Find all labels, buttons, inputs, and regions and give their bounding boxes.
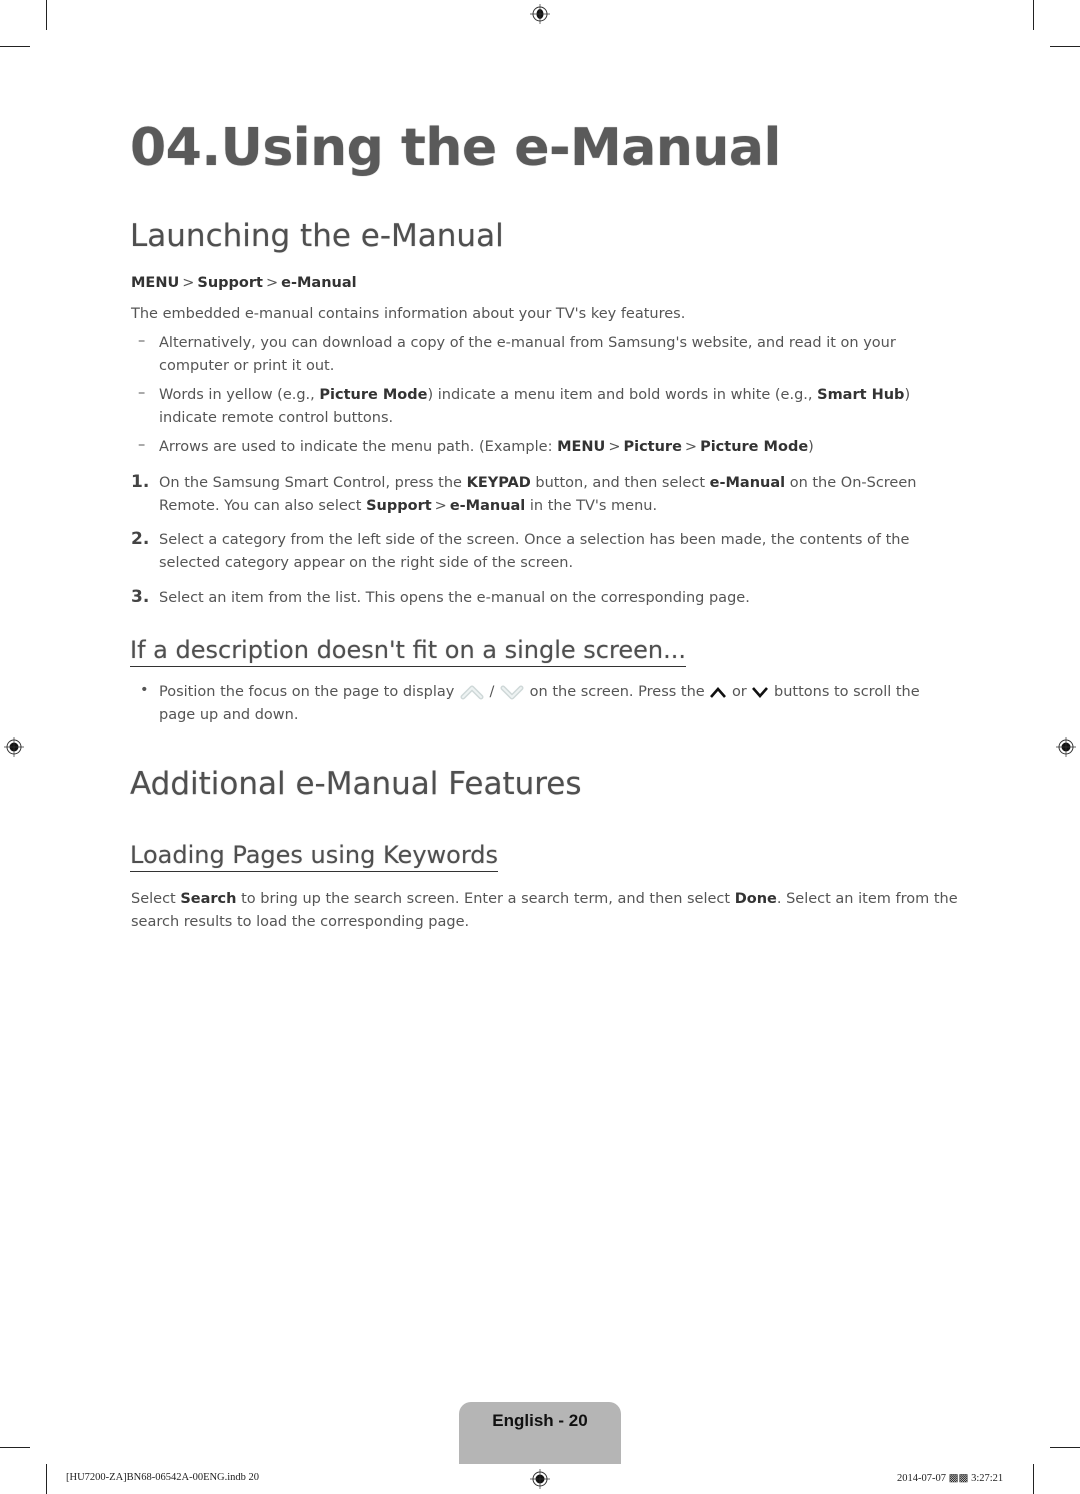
subsection-title-keywords: Loading Pages using Keywords [130,841,499,872]
file-slug: [HU7200-ZA]BN68-06542A-00ENG.indb 20 [66,1472,260,1483]
emphasis-term: MENU [557,439,606,455]
bullet-text: Position the focus on the page to displa… [159,684,455,700]
crop-mark [1033,0,1034,30]
page-label: English - 20 [492,1411,588,1430]
crop-mark [1050,46,1080,47]
step-item: On the Samsung Smart Control, press the … [159,472,949,518]
note-item: Arrows are used to indicate the menu pat… [159,436,949,459]
menu-path-item: e-Manual [281,275,357,291]
step-number: 1. [131,472,150,492]
caret-down-icon [752,687,769,698]
dash-marker: – [138,437,146,453]
crop-mark [46,1464,47,1494]
step-number: 2. [131,529,150,549]
step-item: Select a category from the left side of … [159,529,949,575]
text-run: Arrows are used to indicate the menu pat… [159,439,558,455]
section-title-launching: Launching the e-Manual [130,218,504,254]
step-number: 3. [131,587,150,607]
text-run: to bring up the search screen. Enter a s… [236,891,735,907]
text-run: in the TV's menu. [525,498,658,514]
dash-marker: – [138,385,146,401]
emphasis-term: KEYPAD [466,475,531,491]
caret-up-icon [710,687,727,698]
keywords-paragraph: Select Search to bring up the search scr… [131,888,961,934]
text-run: button, and then select [530,475,710,491]
chevron-right-icon: > [434,498,447,514]
crop-mark [1033,1464,1034,1494]
emphasis-term: Smart Hub [817,387,905,403]
crop-mark [46,0,47,30]
emphasis-term: Picture [623,439,682,455]
text-run: Select [131,891,181,907]
dash-marker: – [138,333,146,349]
text-run: On the Samsung Smart Control, press the [159,475,467,491]
page-down-icon [500,685,524,700]
emphasis-term: e-Manual [449,498,526,514]
chevron-right-icon: > [265,275,279,291]
emphasis-term: Picture Mode [319,387,428,403]
text-run: Select an item from the list. This opens… [159,590,750,606]
emphasis-term: Search [180,891,237,907]
page-number-tab: English - 20 [459,1402,621,1464]
chevron-right-icon: > [182,275,195,291]
intro-paragraph: The embedded e-manual contains informati… [131,306,686,322]
bullet-text: on the screen. Press the [529,684,705,700]
emphasis-term: Done [734,891,777,907]
note-item: Words in yellow (e.g., Picture Mode) ind… [159,384,949,430]
menu-path-item: MENU [131,275,180,291]
emphasis-term: e-Manual [709,475,786,491]
section-title-additional: Additional e-Manual Features [130,766,582,802]
text-run: ) [808,439,814,455]
chevron-right-icon: > [608,439,621,455]
text-run: Words in yellow (e.g., [159,387,320,403]
text-run: Alternatively, you can download a copy o… [159,335,896,374]
emphasis-term: Picture Mode [700,439,809,455]
emphasis-term: Support [366,498,432,514]
bullet-marker: • [140,682,149,698]
chapter-title: 04.Using the e-Manual [130,118,781,178]
text-run: ) indicate a menu item and bold words in… [427,387,818,403]
print-timestamp: 2014-07-07 ▩▩ 3:27:21 [897,1473,1004,1484]
chevron-right-icon: > [684,439,698,455]
crop-mark [0,46,30,47]
registration-mark-icon [1056,737,1076,757]
step-item: Select an item from the list. This opens… [159,587,949,610]
bullet-text: or [731,684,747,700]
registration-mark-icon [4,737,24,757]
registration-mark-icon [530,1469,550,1489]
crop-mark [0,1447,30,1448]
subsection-title-single-screen: If a description doesn't fit on a single… [130,636,686,667]
scroll-bullet-item: Position the focus on the page to displa… [159,681,959,727]
note-item: Alternatively, you can download a copy o… [159,332,949,378]
page-up-icon [460,685,484,700]
menu-path-item: Support [197,275,263,291]
crop-mark [1050,1447,1080,1448]
registration-mark-icon [530,4,550,24]
text-run: Select a category from the left side of … [159,532,910,571]
icon-separator: / [489,684,495,700]
menu-path: MENU > Support > e-Manual [131,275,357,291]
